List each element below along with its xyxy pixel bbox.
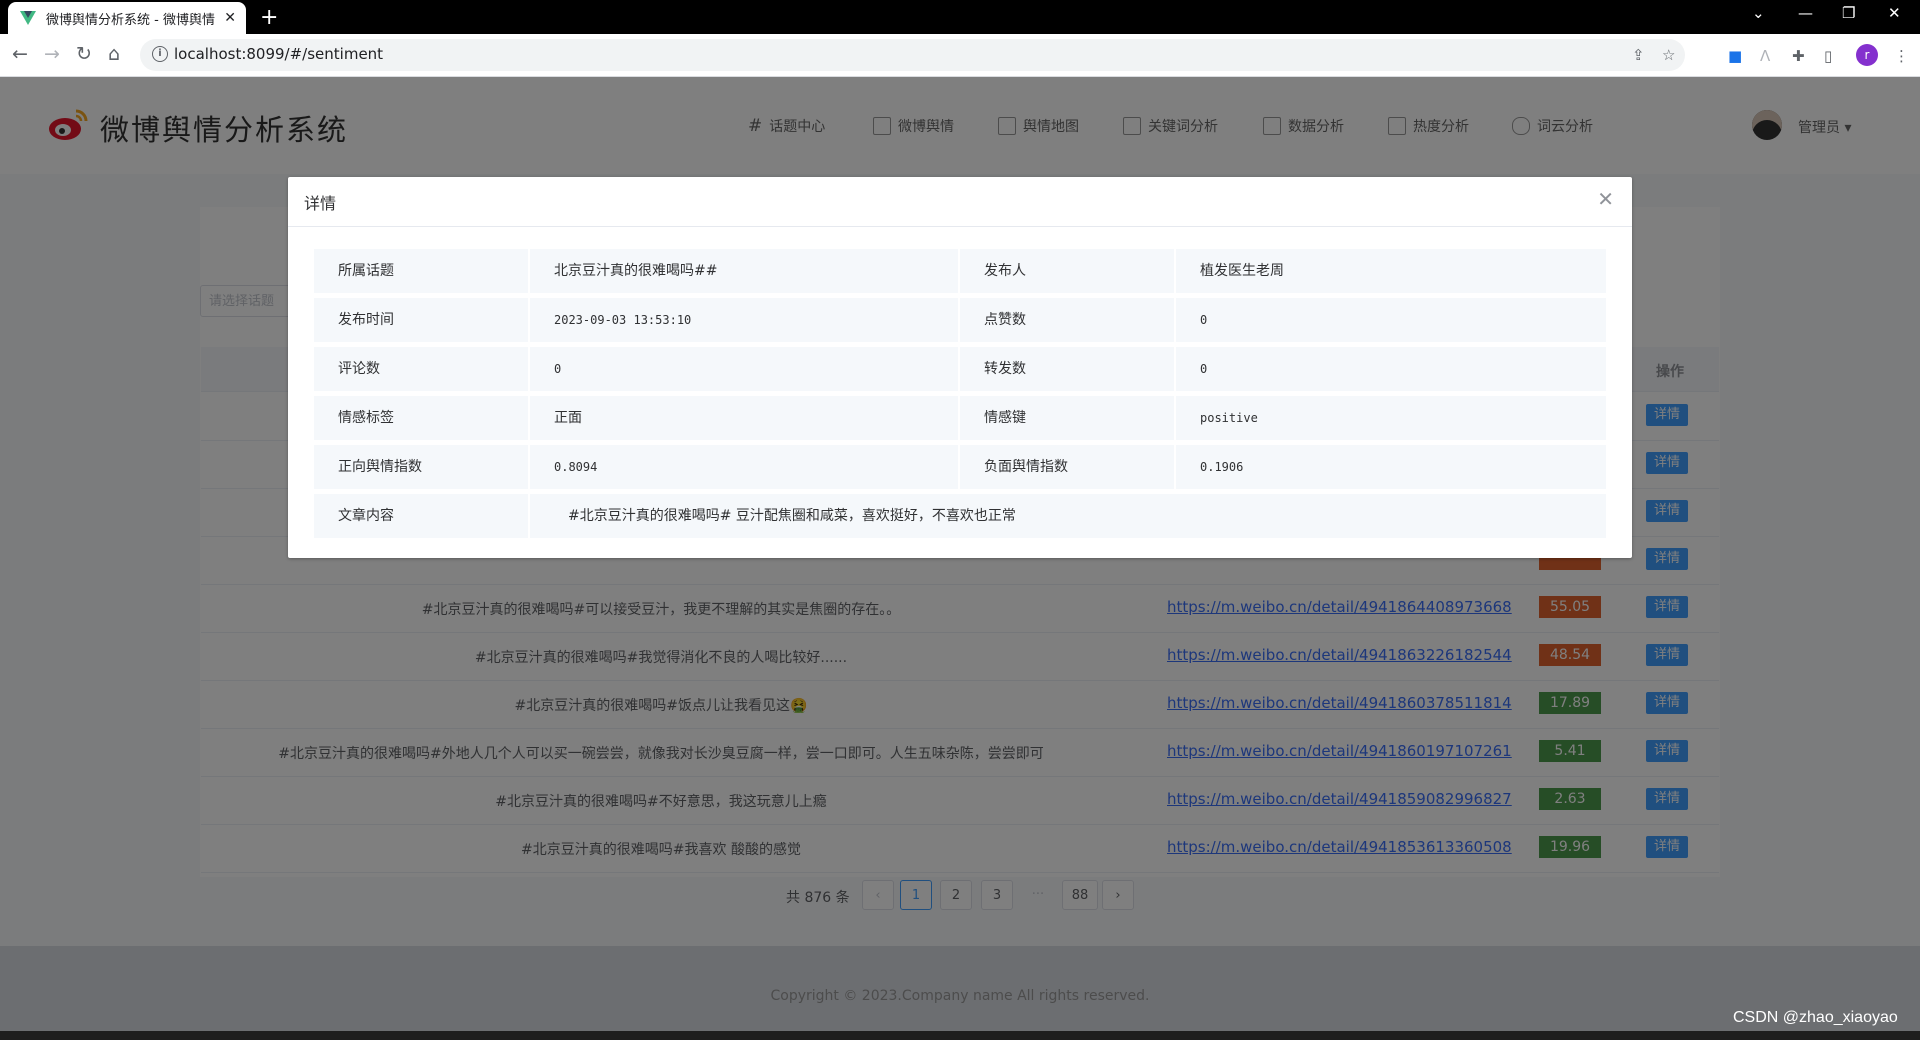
browser-tab[interactable]: 微博舆情分析系统 - 微博舆情 ✕ bbox=[8, 2, 246, 34]
field-label: 评论数 bbox=[314, 347, 528, 391]
field-value: 0 bbox=[1176, 298, 1606, 342]
extension-icon[interactable]: ■ bbox=[1728, 47, 1742, 65]
menu-icon[interactable]: ⋮ bbox=[1894, 47, 1909, 65]
browser-toolbar: ← → ↻ ⌂ i localhost:8099/#/sentiment ⇪ ☆… bbox=[0, 34, 1920, 77]
side-panel-icon[interactable]: ▯ bbox=[1824, 47, 1832, 65]
dialog-divider bbox=[288, 226, 1632, 227]
vue-logo-icon bbox=[20, 11, 36, 25]
tab-close-icon[interactable]: ✕ bbox=[224, 10, 236, 26]
close-window-icon[interactable]: ✕ bbox=[1888, 4, 1901, 22]
field-value: 0.1906 bbox=[1176, 445, 1606, 489]
detail-row: 所属话题 北京豆汁真的很难喝吗## 发布人 植发医生老周 bbox=[314, 249, 1606, 293]
home-icon[interactable]: ⌂ bbox=[108, 43, 120, 65]
detail-row: 正向舆情指数 0.8094 负面舆情指数 0.1906 bbox=[314, 445, 1606, 489]
detail-row: 评论数 0 转发数 0 bbox=[314, 347, 1606, 391]
field-value: 0 bbox=[530, 347, 958, 391]
field-value: 0 bbox=[1176, 347, 1606, 391]
reload-icon[interactable]: ↻ bbox=[76, 43, 92, 65]
article-content: #北京豆汁真的很难喝吗# 豆汁配焦圈和咸菜，喜欢挺好，不喜欢也正常 bbox=[530, 494, 1606, 538]
tab-search-icon[interactable]: ⌄ bbox=[1752, 4, 1765, 22]
detail-descriptions: 所属话题 北京豆汁真的很难喝吗## 发布人 植发医生老周 发布时间 2023-0… bbox=[314, 249, 1606, 544]
field-label: 负面舆情指数 bbox=[960, 445, 1174, 489]
minimize-icon[interactable]: — bbox=[1798, 4, 1813, 22]
field-label: 正向舆情指数 bbox=[314, 445, 528, 489]
detail-row: 发布时间 2023-09-03 13:53:10 点赞数 0 bbox=[314, 298, 1606, 342]
field-label: 发布时间 bbox=[314, 298, 528, 342]
field-label: 点赞数 bbox=[960, 298, 1174, 342]
field-label: 发布人 bbox=[960, 249, 1174, 293]
profile-avatar[interactable]: r bbox=[1856, 44, 1878, 66]
back-icon[interactable]: ← bbox=[12, 43, 28, 65]
dialog-title: 详情 bbox=[304, 194, 337, 213]
field-value: positive bbox=[1176, 396, 1606, 440]
field-label: 情感键 bbox=[960, 396, 1174, 440]
close-icon[interactable]: ✕ bbox=[1597, 187, 1614, 211]
site-info-icon[interactable]: i bbox=[152, 46, 168, 62]
tab-title: 微博舆情分析系统 - 微博舆情 bbox=[46, 12, 215, 28]
field-label: 文章内容 bbox=[314, 494, 528, 538]
address-bar[interactable]: i localhost:8099/#/sentiment ⇪ ☆ bbox=[140, 39, 1685, 71]
forward-icon[interactable]: → bbox=[44, 43, 60, 65]
extension-a-icon[interactable]: Λ bbox=[1760, 47, 1770, 65]
field-value: 北京豆汁真的很难喝吗## bbox=[530, 249, 958, 293]
field-label: 情感标签 bbox=[314, 396, 528, 440]
field-value: 正面 bbox=[530, 396, 958, 440]
detail-row: 情感标签 正面 情感键 positive bbox=[314, 396, 1606, 440]
detail-dialog: 详情 ✕ 所属话题 北京豆汁真的很难喝吗## 发布人 植发医生老周 发布时间 2… bbox=[288, 177, 1632, 558]
watermark-text: CSDN @zhao_xiaoyao bbox=[1733, 1009, 1898, 1026]
share-icon[interactable]: ⇪ bbox=[1632, 46, 1645, 64]
extensions-puzzle-icon[interactable]: ✚ bbox=[1792, 47, 1805, 65]
field-label: 所属话题 bbox=[314, 249, 528, 293]
detail-row: 文章内容 #北京豆汁真的很难喝吗# 豆汁配焦圈和咸菜，喜欢挺好，不喜欢也正常 bbox=[314, 494, 1606, 538]
field-value: 植发医生老周 bbox=[1176, 249, 1606, 293]
bookmark-star-icon[interactable]: ☆ bbox=[1662, 46, 1675, 64]
new-tab-button[interactable]: + bbox=[260, 5, 278, 30]
field-value: 0.8094 bbox=[530, 445, 958, 489]
field-label: 转发数 bbox=[960, 347, 1174, 391]
field-value: 2023-09-03 13:53:10 bbox=[530, 298, 958, 342]
url-text[interactable]: localhost:8099/#/sentiment bbox=[174, 45, 383, 63]
browser-tabbar: 微博舆情分析系统 - 微博舆情 ✕ + ⌄ — ❐ ✕ bbox=[0, 0, 1920, 34]
restore-icon[interactable]: ❐ bbox=[1842, 4, 1855, 22]
